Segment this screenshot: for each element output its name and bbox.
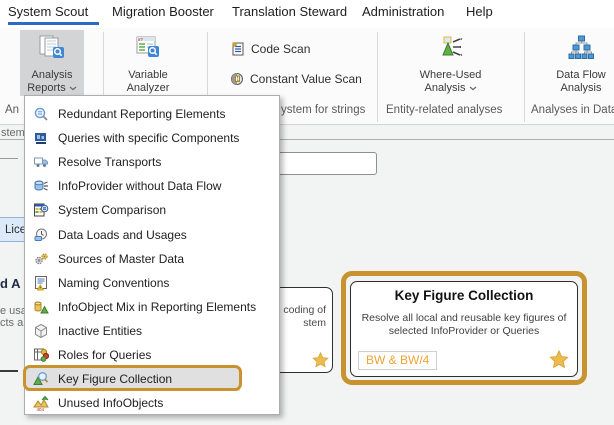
cube-icon bbox=[33, 323, 49, 339]
card-description: Resolve all local and reusable key figur… bbox=[351, 312, 577, 338]
tab-translation-steward[interactable]: Translation Steward bbox=[232, 4, 347, 19]
where-used-label: Where-Used bbox=[420, 69, 482, 81]
menu-item-label: Inactive Entities bbox=[58, 324, 142, 338]
analysis-reports-button[interactable]: Analysis Reports bbox=[20, 30, 84, 96]
variable-analyzer-label: Variable bbox=[128, 69, 168, 81]
menu-item-label: Unused InfoObjects bbox=[58, 396, 163, 410]
menu-item-label: Resolve Transports bbox=[58, 155, 161, 169]
code-scan-label: Code Scan bbox=[251, 42, 310, 56]
app-window: System Scout Migration Booster Translati… bbox=[0, 0, 614, 425]
menu-item[interactable]: Inactive Entities bbox=[25, 319, 279, 343]
unused-404-icon: 404 bbox=[33, 395, 49, 411]
key-figure-collection-card[interactable]: Key Figure Collection Resolve all local … bbox=[350, 281, 578, 377]
system-comparison-icon bbox=[33, 202, 49, 218]
menu-item-label: System Comparison bbox=[58, 203, 166, 217]
infoprovider-flow-icon bbox=[33, 178, 49, 194]
menu-item-label: Queries with specific Components bbox=[58, 131, 239, 145]
roles-icon bbox=[33, 347, 49, 363]
hidden-border-fragment bbox=[0, 158, 18, 159]
chevron-down-icon bbox=[469, 86, 477, 91]
code-scan-button[interactable]: Code Scan bbox=[230, 40, 310, 58]
constant-value-scan-label: Constant Value Scan bbox=[250, 72, 362, 86]
data-flow-analysis-button[interactable]: Data Flow Analysis bbox=[548, 30, 614, 96]
menu-item-label: InfoProvider without Data Flow bbox=[58, 179, 221, 193]
hidden-text-fragment: stem bbox=[1, 127, 25, 139]
variable-analyzer-icon: x? bbox=[133, 33, 163, 63]
gears-icon bbox=[33, 251, 49, 267]
group-caption-fragment: An bbox=[5, 104, 19, 116]
query-components-icon bbox=[33, 130, 49, 146]
code-scan-icon bbox=[230, 41, 246, 57]
menu-item-label: Data Loads and Usages bbox=[58, 228, 187, 242]
group-divider bbox=[377, 32, 378, 122]
menu-item[interactable]: Data Loads and Usages bbox=[25, 222, 279, 246]
analysis-reports-label: Analysis bbox=[32, 69, 73, 81]
group-caption-dataflow: Analyses in Data bbox=[531, 104, 614, 116]
menu-item[interactable]: Resolve Transports bbox=[25, 150, 279, 174]
hidden-card-border-fragment bbox=[0, 370, 18, 372]
transport-truck-icon bbox=[33, 154, 49, 170]
where-used-label2: Analysis bbox=[424, 82, 465, 94]
data-flow-label: Data Flow bbox=[556, 69, 606, 81]
favorite-star-icon[interactable] bbox=[312, 352, 329, 369]
menu-item[interactable]: InfoObject Mix in Reporting Elements bbox=[25, 295, 279, 319]
data-flow-label2: Analysis bbox=[561, 82, 602, 94]
group-caption-fragment: ystem for strings bbox=[281, 104, 365, 116]
group-divider bbox=[524, 32, 525, 122]
ribbon-tab-bar: System Scout Migration Booster Translati… bbox=[0, 0, 614, 28]
where-used-icon bbox=[436, 33, 466, 63]
tab-system-scout[interactable]: System Scout bbox=[8, 4, 88, 19]
tab-administration[interactable]: Administration bbox=[362, 4, 444, 19]
svg-text:1: 1 bbox=[236, 77, 239, 83]
magnifier-icon bbox=[33, 106, 49, 122]
tab-migration-booster[interactable]: Migration Booster bbox=[112, 4, 214, 19]
analysis-reports-label2: Reports bbox=[27, 82, 66, 94]
group-caption-entity: Entity-related analyses bbox=[386, 104, 502, 116]
doc-warning-icon bbox=[33, 275, 49, 291]
menu-item[interactable]: Queries with specific Components bbox=[25, 126, 279, 150]
license-tab-label: Lice bbox=[5, 224, 26, 236]
menu-item[interactable]: Redundant Reporting Elements bbox=[25, 102, 279, 126]
variable-analyzer-label2: Analyzer bbox=[127, 82, 170, 94]
menu-item[interactable]: System Comparison bbox=[25, 198, 279, 222]
menu-item[interactable]: Naming Conventions bbox=[25, 271, 279, 295]
svg-text:x?: x? bbox=[138, 37, 143, 42]
constant-value-scan-button[interactable]: 1 Constant Value Scan bbox=[229, 70, 362, 88]
menu-item[interactable]: Sources of Master Data bbox=[25, 247, 279, 271]
menu-item-label: Sources of Master Data bbox=[58, 252, 184, 266]
svg-text:404: 404 bbox=[37, 407, 45, 411]
menu-item-label: Naming Conventions bbox=[58, 276, 169, 290]
menu-item-label: Redundant Reporting Elements bbox=[58, 107, 225, 121]
card-title: Key Figure Collection bbox=[351, 288, 577, 303]
menu-item[interactable]: 404 Unused InfoObjects bbox=[25, 391, 279, 415]
menu-item-label: InfoObject Mix in Reporting Elements bbox=[58, 300, 256, 314]
constant-value-scan-icon: 1 bbox=[229, 71, 245, 87]
menu-item[interactable]: InfoProvider without Data Flow bbox=[25, 174, 279, 198]
hidden-text-fragment: e usa bbox=[0, 305, 27, 317]
card-description-fragment: coding of stem bbox=[283, 304, 326, 329]
chevron-down-icon bbox=[69, 86, 77, 91]
menu-item[interactable]: Roles for Queries bbox=[25, 343, 279, 367]
data-flow-icon bbox=[566, 33, 596, 63]
infoobject-mix-icon bbox=[33, 299, 49, 315]
active-tab-underline bbox=[8, 22, 99, 25]
hidden-heading-fragment: d A bbox=[0, 276, 20, 291]
highlight-annotation-menu-item bbox=[23, 365, 242, 391]
variable-analyzer-button[interactable]: x? Variable Analyzer bbox=[116, 30, 180, 96]
tab-help[interactable]: Help bbox=[466, 4, 493, 19]
favorite-star-icon[interactable] bbox=[549, 350, 569, 370]
menu-item-label: Roles for Queries bbox=[58, 348, 151, 362]
where-used-analysis-button[interactable]: Where-Used Analysis bbox=[413, 30, 488, 96]
system-badge: BW & BW/4 bbox=[358, 351, 437, 370]
clock-data-icon bbox=[33, 227, 49, 243]
hidden-text-fragment: cts a bbox=[0, 317, 23, 329]
analysis-reports-icon bbox=[37, 33, 67, 63]
